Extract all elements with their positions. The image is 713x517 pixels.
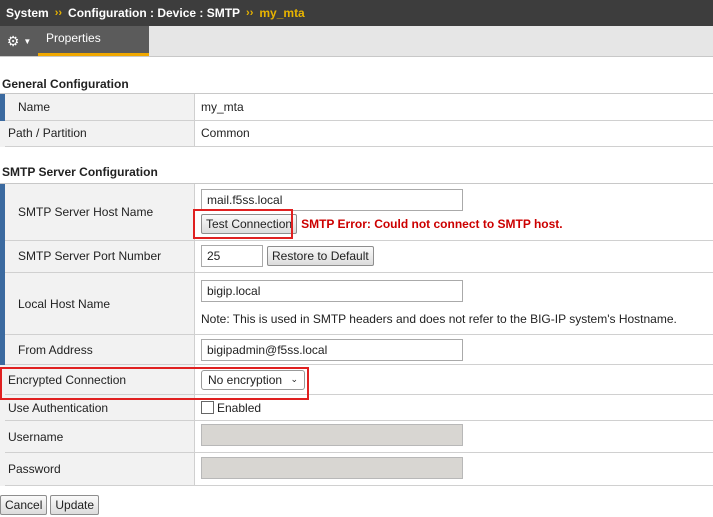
local-host-note: Note: This is used in SMTP headers and d… <box>201 312 677 327</box>
encryption-select[interactable]: No encryption ⌄ <box>201 369 305 390</box>
port-label: SMTP Server Port Number <box>0 240 195 273</box>
encryption-label: Encrypted Connection <box>0 364 195 395</box>
username-label: Username <box>0 420 195 453</box>
breadcrumb-separator: ›› <box>54 7 63 19</box>
partition-label: Path / Partition <box>0 120 195 147</box>
username-input <box>201 424 463 446</box>
table-row: Use Authentication Enabled <box>0 394 713 421</box>
table-row: SMTP Server Port Number 25 Restore to De… <box>0 240 713 273</box>
tab-properties[interactable]: Properties <box>38 26 149 56</box>
breadcrumb-section[interactable]: Configuration : Device : SMTP <box>68 6 240 20</box>
auth-checkbox[interactable] <box>201 400 214 414</box>
table-row: Path / Partition Common <box>0 120 713 147</box>
breadcrumb: System ›› Configuration : Device : SMTP … <box>0 0 713 26</box>
from-address-label: From Address <box>0 334 195 365</box>
table-row: Password <box>0 452 713 486</box>
breadcrumb-separator: ›› <box>246 7 254 19</box>
form-actions: Cancel Update <box>0 495 100 515</box>
table-row: SMTP Server Host Name mail.f5ss.local Te… <box>0 184 713 241</box>
chevron-down-icon: ▼ <box>23 36 32 46</box>
restore-default-button[interactable]: Restore to Default <box>267 246 374 266</box>
section-title-general: General Configuration <box>2 77 129 91</box>
password-label: Password <box>0 452 195 486</box>
general-config-table: Name my_mta Path / Partition Common <box>0 94 713 147</box>
table-row: Encrypted Connection No encryption ⌄ <box>0 364 713 395</box>
from-address-input[interactable]: bigipadmin@f5ss.local <box>201 338 463 361</box>
section-title-smtp: SMTP Server Configuration <box>2 165 158 179</box>
breadcrumb-current: my_mta <box>259 6 305 20</box>
encryption-select-value: No encryption <box>208 372 283 387</box>
breadcrumb-root[interactable]: System <box>6 6 49 20</box>
partition-value: Common <box>194 120 713 147</box>
chevron-down-icon: ⌄ <box>290 374 298 384</box>
auth-checkbox-label[interactable]: Enabled <box>217 401 261 415</box>
update-button[interactable]: Update <box>50 495 100 515</box>
test-connection-button[interactable]: Test Connection <box>201 214 298 235</box>
cancel-button[interactable]: Cancel <box>0 495 48 515</box>
gear-icon: ⚙ <box>6 32 20 49</box>
host-input[interactable]: mail.f5ss.local <box>201 189 463 212</box>
gear-menu-button[interactable]: ⚙ ▼ <box>0 26 38 56</box>
tab-bar: ⚙ ▼ Properties <box>0 26 713 57</box>
auth-label: Use Authentication <box>0 394 195 421</box>
host-label: SMTP Server Host Name <box>0 184 195 241</box>
table-row: Name my_mta <box>0 94 713 121</box>
local-host-input[interactable]: bigip.local <box>201 280 463 303</box>
smtp-error-message: SMTP Error: Could not connect to SMTP ho… <box>301 217 563 232</box>
smtp-config-table: SMTP Server Host Name mail.f5ss.local Te… <box>0 184 713 486</box>
table-row: Username <box>0 420 713 453</box>
local-host-label: Local Host Name <box>0 272 195 335</box>
password-input <box>201 456 463 479</box>
table-row: From Address bigipadmin@f5ss.local <box>0 334 713 365</box>
name-label: Name <box>0 94 195 121</box>
name-value: my_mta <box>194 94 713 121</box>
port-input[interactable]: 25 <box>201 245 263 267</box>
table-row: Local Host Name bigip.local Note: This i… <box>0 272 713 335</box>
